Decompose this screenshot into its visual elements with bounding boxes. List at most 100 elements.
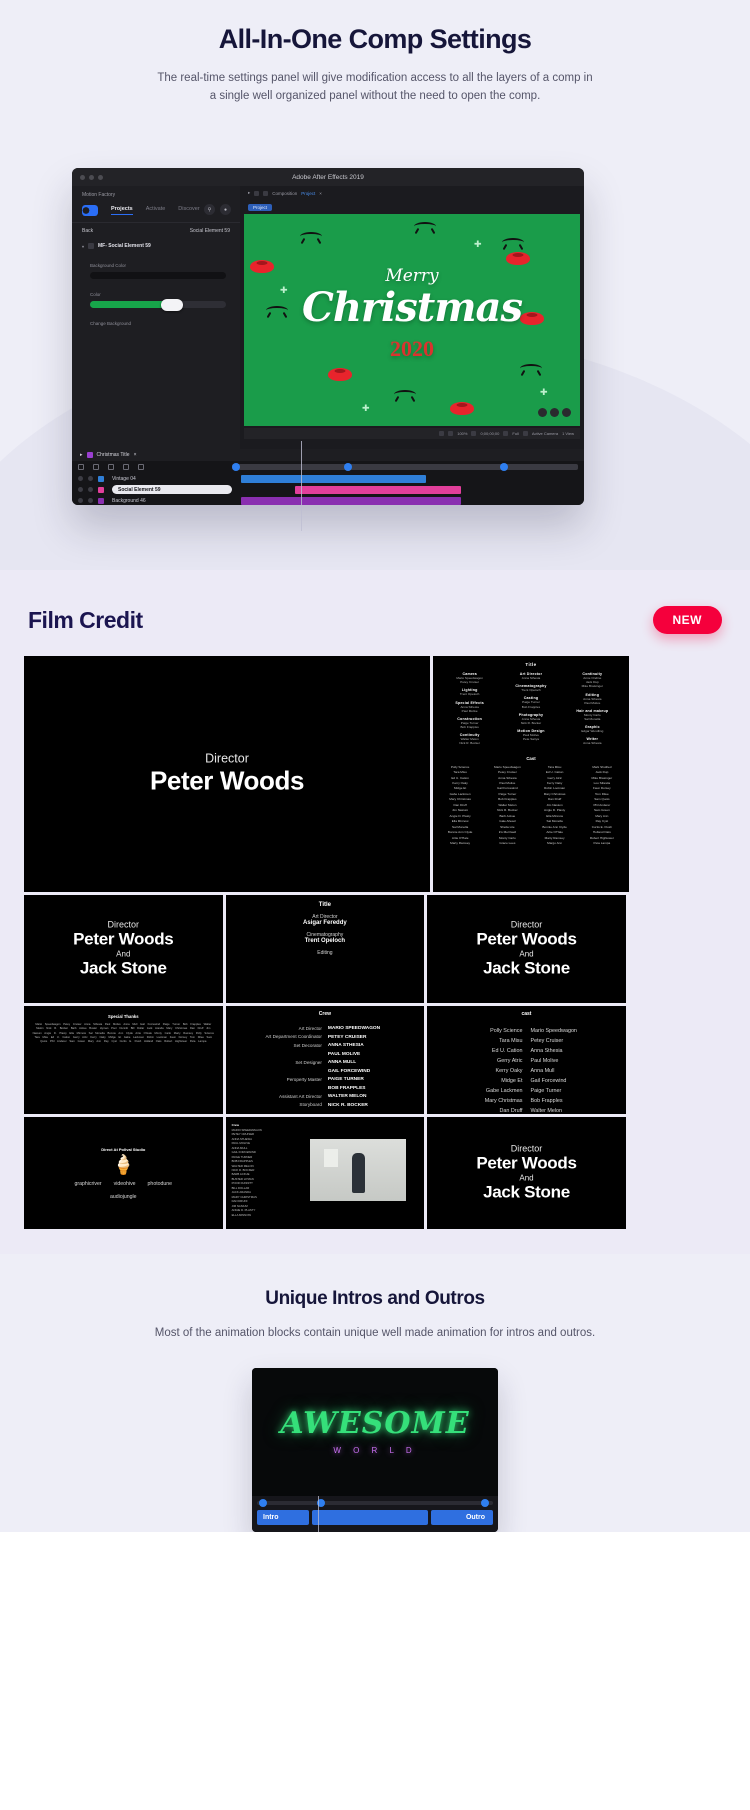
- role-name: NICK R. BOCKER: [327, 1102, 368, 1108]
- cast-name: Dan Druff: [548, 797, 562, 802]
- search-icon[interactable]: ⚲: [204, 204, 215, 215]
- region-icon[interactable]: [522, 431, 528, 436]
- crew-group: Writer Anna Sthesia: [565, 737, 620, 745]
- cast-name: Faun Dorsey: [593, 786, 611, 791]
- composition-tab-bar: ▸ Composition Project ×: [240, 186, 584, 196]
- project-pill[interactable]: Project: [248, 204, 273, 211]
- layer-item[interactable]: ▾ MF- Social Element 59: [72, 239, 240, 253]
- credit-card-photo[interactable]: Crew MARIO SPEEDWAGON PETEY CRUISER ANNA…: [225, 1117, 425, 1229]
- playhead-marker[interactable]: [344, 462, 352, 471]
- timeline-playhead[interactable]: [301, 441, 302, 531]
- motion-blur-icon[interactable]: [123, 464, 129, 470]
- preview-headline: AWESOME: [280, 1406, 470, 1441]
- middle-bar[interactable]: [312, 1510, 428, 1525]
- cast-column-title: cast: [521, 1011, 532, 1017]
- close-tab-icon[interactable]: ×: [319, 191, 322, 196]
- credit-card-director[interactable]: Director Peter Woods: [24, 656, 430, 892]
- credit-card-title-column[interactable]: Title Art Director Asigar Fereddy Cinemat…: [225, 895, 425, 1003]
- mask-icon[interactable]: [439, 431, 445, 436]
- chevron-right-icon[interactable]: ▸: [248, 190, 250, 196]
- cast-name: Tara Misu: [547, 764, 562, 769]
- snapshot-icon[interactable]: [503, 431, 509, 436]
- back-button[interactable]: Back: [82, 228, 93, 234]
- timeline-layers: Vintage 04 Social Element 59 Background …: [72, 473, 584, 505]
- crew-names: Anna Sthesia Nick R. Bocker: [520, 716, 542, 725]
- credit-card-director-pair-2[interactable]: Director Peter Woods And Jack Stone: [427, 895, 626, 1003]
- resolution[interactable]: Full: [512, 431, 518, 436]
- crew-names: Mario Speedwagon Petey Cruiser: [456, 676, 483, 685]
- view-count[interactable]: 1 View: [562, 431, 574, 436]
- cast-right-column: Mario Speedwagon Petey Cruiser Anna Sthesi…: [530, 1026, 615, 1114]
- eye-icon[interactable]: [78, 498, 83, 503]
- preview-track[interactable]: [257, 1499, 493, 1507]
- cast-name: Artie O'Hale: [546, 830, 563, 835]
- credit-card-crew-columns[interactable]: Title Camera Mario Speedwagon Petey Cruis…: [433, 656, 629, 892]
- composition-name[interactable]: Project: [301, 191, 315, 196]
- layer-duration-bar[interactable]: [295, 485, 461, 494]
- lock-icon[interactable]: [88, 487, 93, 492]
- credit-card-role-table[interactable]: Crew Art Director Art Department Coordina…: [225, 1006, 425, 1114]
- frame-blend-icon[interactable]: [108, 464, 114, 470]
- work-area-start-marker[interactable]: [232, 462, 240, 471]
- credit-card-director-pair-1[interactable]: Director Peter Woods And Jack Stone: [24, 895, 223, 1003]
- preview-playhead[interactable]: [318, 1496, 319, 1532]
- zoom-level[interactable]: 100%: [457, 431, 467, 436]
- credit-card-special-thanks[interactable]: Special Thanks Mario Speedwagon Petey Cr…: [24, 1006, 223, 1114]
- timeline-row-selected[interactable]: Social Element 59: [78, 484, 584, 495]
- cast-name: Gale Ahead: [499, 819, 516, 824]
- account-icon[interactable]: ●: [220, 204, 231, 215]
- close-tab-icon[interactable]: ×: [134, 452, 137, 458]
- tab-discover[interactable]: Discover: [178, 206, 199, 215]
- layer-duration-bar[interactable]: [241, 496, 461, 505]
- eye-icon[interactable]: [78, 476, 83, 481]
- panel-action-icons: ⚲ ●: [204, 204, 231, 215]
- back-row[interactable]: Back Social Element 59: [72, 223, 240, 239]
- cast-name: Nick R. Bocker: [497, 808, 518, 813]
- eye-icon[interactable]: [78, 487, 83, 492]
- crew-names: Trent Opeloch: [459, 692, 480, 697]
- cast-name: Ed U. Cation: [451, 775, 469, 780]
- safe-zones-icon[interactable]: [448, 431, 454, 436]
- page-subtitle: The real-time settings panel will give m…: [157, 72, 593, 102]
- search-layers-icon[interactable]: [78, 464, 84, 470]
- outro-bar[interactable]: Outro: [431, 1510, 493, 1525]
- keyframe-end-icon[interactable]: [481, 1499, 489, 1507]
- credit-card-cast-two-col[interactable]: cast Polly Science Tara Misu Ed U. Cation G…: [427, 1006, 626, 1114]
- layer-duration-bar[interactable]: [241, 474, 426, 483]
- timeline-tab[interactable]: ▸ Christmas Title ×: [72, 449, 584, 461]
- cast-name: Bonnie Ann Clyde: [542, 824, 567, 829]
- timeline-row[interactable]: Vintage 04: [78, 473, 584, 484]
- credits-row: Special Thanks Mario Speedwagon Petey Cr…: [24, 1006, 726, 1114]
- eyelash-icon: [300, 232, 322, 241]
- graph-editor-icon[interactable]: [138, 464, 144, 470]
- keyframe-start-icon[interactable]: [259, 1499, 267, 1507]
- slider-knob[interactable]: [160, 298, 183, 311]
- intro-bar[interactable]: Intro: [257, 1510, 309, 1525]
- role-label: Assistant Art Director: [279, 1093, 322, 1099]
- viewer-toolbar[interactable]: 100% 0;00;00;00 Full Active Camera 1 Vie…: [244, 428, 580, 439]
- work-area-end-marker[interactable]: [500, 462, 508, 471]
- chevron-down-icon[interactable]: ▾: [82, 244, 84, 249]
- credit-card-director-pair-3[interactable]: Director Peter Woods And Jack Stone: [427, 1117, 626, 1229]
- credit-role: Director: [510, 919, 543, 930]
- credits-row: Director Peter Woods And Jack Stone Titl…: [24, 895, 726, 1003]
- social-icons: [538, 408, 571, 417]
- camera-select[interactable]: Active Camera: [532, 431, 558, 436]
- timeline-row[interactable]: Background 46: [78, 495, 584, 505]
- tab-projects[interactable]: Projects: [111, 206, 133, 215]
- timeline-layer-name[interactable]: Social Element 59: [112, 485, 232, 494]
- lock-icon[interactable]: [88, 498, 93, 503]
- slider-control[interactable]: [90, 298, 226, 311]
- crew-group: Graphic Edgar Wendling: [565, 725, 620, 733]
- magnify-icon[interactable]: [471, 431, 477, 436]
- shy-layers-icon[interactable]: [93, 464, 99, 470]
- lock-icon[interactable]: [88, 476, 93, 481]
- cast-name: Robin Lootman: [544, 786, 566, 791]
- tab-activate[interactable]: Activate: [146, 206, 166, 215]
- cast-name: Anna Mull: [530, 1068, 555, 1074]
- title-pair: Editing: [226, 950, 425, 956]
- credit-card-logos[interactable]: Direct At Pollval Studio 🍦 graphicriver …: [24, 1117, 223, 1229]
- color-swatch-control[interactable]: [90, 272, 226, 279]
- chevron-right-icon[interactable]: ▸: [80, 452, 83, 458]
- timeline-ruler[interactable]: [232, 462, 578, 471]
